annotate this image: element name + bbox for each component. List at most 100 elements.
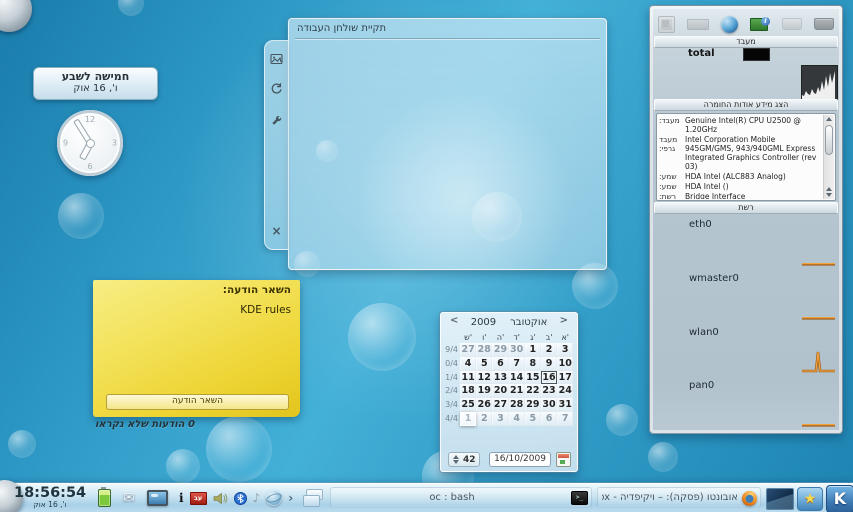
calendar-day[interactable]: 6 [492, 357, 508, 371]
panel-launchers: ✉ [98, 484, 168, 512]
note-text[interactable]: KDE rules [240, 304, 291, 316]
show-desktop-icon[interactable] [303, 489, 323, 507]
disk-dark-tab-icon[interactable] [814, 18, 834, 30]
hardware-info-tab-icon[interactable]: i [750, 17, 770, 32]
hardware-info-line: רשת:Bridge Interface [659, 192, 822, 199]
calendar-day[interactable]: 30 [509, 343, 525, 357]
media-note-icon[interactable]: ♪ [253, 492, 261, 504]
configure-wrench-icon[interactable] [265, 112, 288, 131]
scrollbar[interactable] [823, 115, 834, 199]
keyboard-layout-icon[interactable]: עב [190, 492, 207, 505]
battery-icon[interactable] [98, 489, 111, 507]
bluetooth-icon[interactable] [234, 492, 247, 505]
scrollbar-thumb[interactable] [825, 125, 833, 155]
spinner-arrows-icon[interactable] [453, 455, 459, 464]
calendar-day[interactable]: 17 [557, 371, 573, 385]
calendar-day[interactable]: 3 [557, 343, 573, 357]
calendar-day[interactable]: 4 [509, 412, 525, 426]
desktop: חמישה לשבע ו', 16 אוק 12 3 6 9 תקיית שול… [0, 0, 853, 512]
cpu-history-graph [801, 65, 838, 102]
calendar-day[interactable]: 12 [476, 371, 492, 385]
cpu-tab-icon[interactable] [658, 16, 675, 33]
calendar-week-number: 3/4 [444, 398, 460, 412]
calendar-day[interactable]: 25 [460, 398, 476, 412]
folder-view-widget[interactable]: תקיית שולחן העבודה [288, 18, 607, 270]
calendar-day[interactable]: 24 [557, 384, 573, 398]
calendar-day[interactable]: 13 [492, 371, 508, 385]
leave-message-button[interactable]: השאר הודעה [106, 394, 289, 410]
calendar-day[interactable]: 7 [557, 412, 573, 426]
desktop-pager[interactable] [766, 488, 794, 510]
network-interface-wmaster0: wmaster0 [653, 269, 839, 323]
date-picker-icon[interactable] [556, 452, 571, 467]
calendar-day[interactable]: 5 [525, 412, 541, 426]
calendar-day[interactable]: 15 [525, 371, 541, 385]
system-monitor-widget: i מעבד total הצג מידע אודות החומרה מעבד:… [649, 5, 843, 434]
volume-icon[interactable] [213, 492, 228, 505]
calendar-day[interactable]: 19 [476, 384, 492, 398]
disk-tab-icon[interactable] [782, 18, 802, 30]
analog-clock-widget[interactable]: 12 3 6 9 [57, 110, 123, 176]
folder-view-title: תקיית שולחן העבודה [297, 23, 386, 34]
calendar-day[interactable]: 9 [541, 357, 557, 371]
calendar-day[interactable]: 4 [460, 357, 476, 371]
date-input[interactable]: 16/10/2009 [489, 452, 551, 467]
calendar-day[interactable]: 27 [460, 343, 476, 357]
digital-clock[interactable]: 18:56:54 ו', 16 אוק [14, 484, 86, 512]
calendar-day[interactable]: 3 [492, 412, 508, 426]
calendar-day[interactable]: 22 [525, 384, 541, 398]
expand-arrow-icon[interactable]: › [288, 492, 293, 504]
calendar-prev-button[interactable]: < [450, 315, 458, 326]
calendar-day[interactable]: 23 [541, 384, 557, 398]
calendar-day[interactable]: 7 [509, 357, 525, 371]
calendar-day[interactable]: 28 [509, 398, 525, 412]
calendar-day[interactable]: 20 [492, 384, 508, 398]
system-tray: i עב ♪ › [179, 484, 293, 512]
fuzzy-clock-widget[interactable]: חמישה לשבע ו', 16 אוק [33, 67, 158, 100]
calendar-day[interactable]: 1 [525, 343, 541, 357]
network-tab-icon[interactable] [721, 16, 738, 33]
calendar-day[interactable]: 28 [476, 343, 492, 357]
scroll-arrows[interactable] [826, 187, 832, 197]
calendar-day[interactable]: 29 [492, 343, 508, 357]
calendar-year[interactable]: 2009 [471, 317, 496, 328]
info-icon[interactable]: i [179, 492, 184, 504]
calendar-day[interactable]: 2 [476, 412, 492, 426]
calendar-day[interactable]: 18 [460, 384, 476, 398]
calendar-day[interactable]: 31 [557, 398, 573, 412]
desktop-toolbox-cashew[interactable] [0, 0, 32, 32]
calendar-day[interactable]: 26 [476, 398, 492, 412]
calendar-day[interactable]: 16 [541, 371, 557, 385]
display-icon[interactable] [147, 490, 168, 506]
network-icon[interactable] [266, 490, 282, 506]
calendar-day[interactable]: 2 [541, 343, 557, 357]
favorites-folder-icon[interactable]: ★ [797, 487, 823, 511]
calendar-day[interactable]: 1 [460, 412, 476, 426]
ram-tab-icon[interactable] [687, 19, 709, 30]
week-spinner[interactable]: 42 [448, 452, 480, 467]
task-firefox[interactable]: אובונטו (פסקה): – ויקיפדיה - Mozilla Fir… [597, 487, 761, 508]
rotate-icon[interactable] [265, 80, 288, 99]
calendar-day[interactable]: 29 [525, 398, 541, 412]
calendar-day[interactable]: 8 [525, 357, 541, 371]
notes-widget[interactable]: השאר הודעה: KDE rules השאר הודעה [93, 280, 300, 417]
calendar-day[interactable]: 21 [509, 384, 525, 398]
resize-icon[interactable] [265, 50, 288, 69]
fuzzy-clock-date: ו', 16 אוק [34, 83, 157, 94]
calendar-day[interactable]: 5 [476, 357, 492, 371]
calendar-grid: ש'ו'ה'ד'ג'ב'א'9/4272829301230/4456789101… [444, 332, 577, 426]
task-konsole[interactable]: oc : bash >_ [330, 487, 592, 508]
scroll-up-icon[interactable] [826, 117, 832, 121]
calendar-next-button[interactable]: > [560, 315, 568, 326]
calendar-header: < 2009 אוקטובר > [441, 313, 577, 332]
close-icon[interactable]: × [265, 225, 288, 237]
calendar-day[interactable]: 6 [541, 412, 557, 426]
calendar-day[interactable]: 30 [541, 398, 557, 412]
calendar-day[interactable]: 27 [492, 398, 508, 412]
calendar-month[interactable]: אוקטובר [510, 317, 547, 328]
calendar-day[interactable]: 10 [557, 357, 573, 371]
calendar-day[interactable]: 11 [460, 371, 476, 385]
kde-menu-button[interactable]: K [826, 485, 853, 512]
mail-icon[interactable]: ✉ [123, 491, 135, 505]
calendar-day[interactable]: 14 [509, 371, 525, 385]
